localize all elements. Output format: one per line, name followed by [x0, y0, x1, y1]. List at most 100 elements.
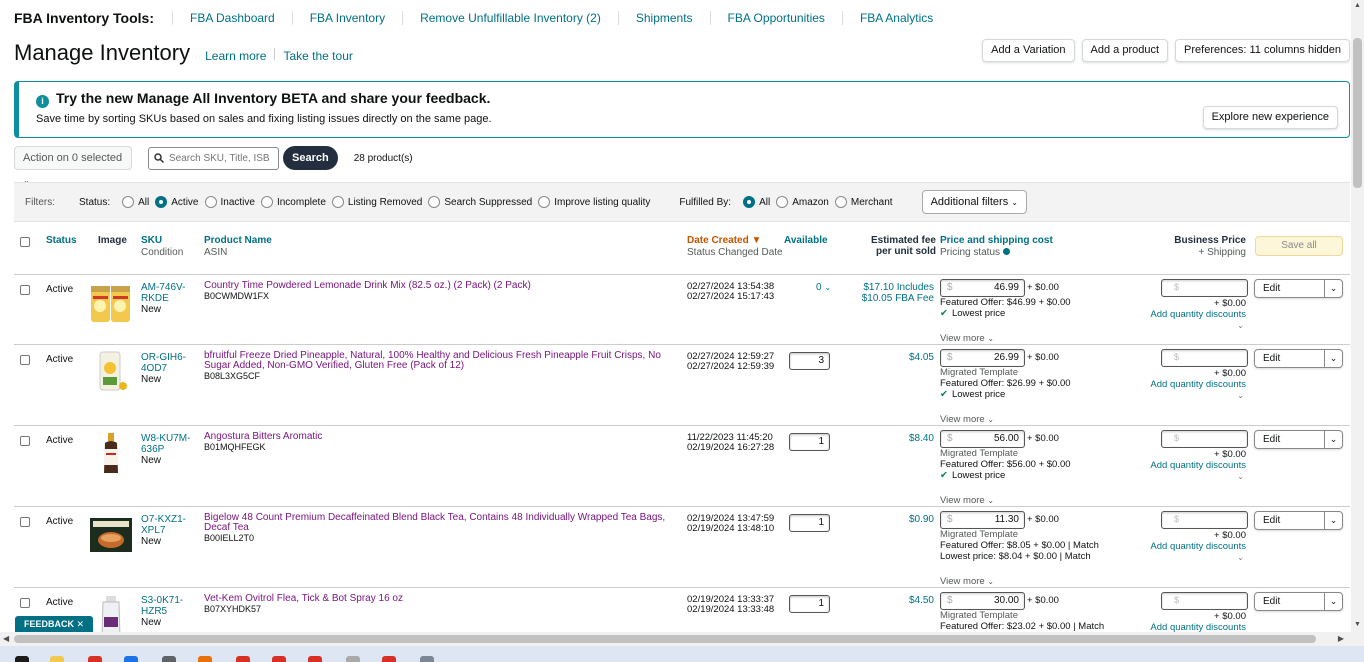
edit-button[interactable]: Edit ⌄ — [1254, 511, 1343, 530]
business-price-input[interactable]: $ — [1161, 592, 1248, 610]
row-checkbox[interactable] — [20, 517, 30, 527]
price-input[interactable]: $46.99 — [940, 279, 1025, 297]
product-image[interactable] — [89, 593, 133, 632]
price-input[interactable]: $11.30 — [940, 511, 1025, 529]
row-checkbox[interactable] — [20, 598, 30, 608]
take-tour-link[interactable]: Take the tour — [275, 49, 360, 63]
col-price[interactable]: Price and shipping cost Pricing status — [940, 235, 1053, 258]
business-price-input[interactable]: $ — [1161, 349, 1248, 367]
feedback-tab[interactable]: FEEDBACK ✕ — [15, 616, 94, 632]
status-radio-search-suppressed[interactable] — [428, 196, 441, 208]
app-icon[interactable] — [88, 656, 102, 662]
nav-fba-inventory[interactable]: FBA Inventory — [291, 11, 402, 25]
col-available[interactable]: Available — [784, 235, 828, 246]
sku-link[interactable]: W8-KU7M- 636P — [141, 433, 190, 455]
chevron-down-icon[interactable]: ⌄ — [1144, 390, 1246, 401]
scroll-right-icon[interactable]: ▶ — [1338, 634, 1344, 643]
add-product-button[interactable]: Add a product — [1081, 39, 1169, 62]
vertical-scroll-thumb[interactable] — [1353, 38, 1362, 188]
sku-link[interactable]: O7-KXZ1- XPL7 — [141, 514, 186, 536]
scroll-down-icon[interactable]: ▼ — [1354, 621, 1361, 628]
save-all-button[interactable]: Save all — [1255, 236, 1343, 256]
nav-fba-dashboard[interactable]: FBA Dashboard — [172, 11, 292, 25]
available-input[interactable]: 1 — [789, 514, 830, 532]
fulfilled-radio-all[interactable] — [743, 196, 756, 208]
chevron-down-icon[interactable]: ⌄ — [1324, 512, 1342, 529]
bulk-action-select[interactable]: Action on 0 selected ⌄ — [14, 146, 132, 185]
chrome-icon[interactable] — [236, 656, 250, 662]
row-fee[interactable]: $4.05 — [909, 352, 934, 363]
nav-fba-opportunities[interactable]: FBA Opportunities — [709, 11, 842, 25]
chevron-down-icon[interactable]: ⌄ — [1324, 350, 1342, 367]
search-input[interactable] — [169, 152, 269, 164]
chrome-icon[interactable] — [308, 656, 322, 662]
edit-button[interactable]: Edit ⌄ — [1254, 592, 1343, 611]
product-image[interactable] — [89, 280, 133, 324]
business-price-input[interactable]: $ — [1161, 511, 1248, 529]
add-variation-button[interactable]: Add a Variation — [982, 39, 1075, 62]
app-icon[interactable] — [346, 656, 360, 662]
edit-button[interactable]: Edit ⌄ — [1254, 430, 1343, 449]
business-price-input[interactable]: $ — [1161, 430, 1248, 448]
sku-link[interactable]: AM-746V- RKDE — [141, 282, 185, 304]
horizontal-scroll-thumb[interactable] — [14, 635, 1316, 643]
vertical-scrollbar[interactable]: ▲ ▼ — [1351, 0, 1364, 646]
additional-filters-button[interactable]: Additional filters ⌄ — [921, 190, 1027, 214]
business-price-input[interactable]: $ — [1161, 279, 1248, 297]
col-product-name[interactable]: Product Name ASIN — [204, 235, 272, 258]
view-more-link[interactable]: View more ⌄ — [940, 495, 994, 506]
chevron-down-icon[interactable]: ⌄ — [1324, 431, 1342, 448]
sku-link[interactable]: S3-0K71- HZR5 — [141, 595, 183, 617]
view-more-link[interactable]: View more ⌄ — [940, 333, 994, 344]
chevron-down-icon[interactable]: ⌄ — [1144, 471, 1246, 482]
scroll-left-icon[interactable]: ◀ — [3, 634, 9, 643]
file-explorer-icon[interactable] — [50, 656, 64, 662]
row-fee[interactable]: $4.50 — [909, 595, 934, 606]
product-name-link[interactable]: Country Time Powdered Lemonade Drink Mix… — [204, 281, 684, 291]
price-input[interactable]: $30.00 — [940, 592, 1025, 610]
preferences-button[interactable]: Preferences: 11 columns hidden — [1175, 39, 1350, 62]
product-image[interactable] — [89, 512, 133, 556]
app-icon[interactable] — [198, 656, 212, 662]
status-radio-inactive[interactable] — [204, 196, 217, 208]
chrome-icon[interactable] — [382, 656, 396, 662]
available-input[interactable]: 1 — [789, 595, 830, 613]
explore-new-experience-button[interactable]: Explore new experience — [1202, 106, 1338, 129]
price-input[interactable]: $56.00 — [940, 430, 1025, 448]
select-all-checkbox[interactable] — [20, 237, 30, 247]
add-quantity-discounts-link[interactable]: Add quantity discounts — [1144, 460, 1246, 471]
status-radio-active[interactable] — [155, 196, 168, 208]
scroll-up-icon[interactable]: ▲ — [1354, 2, 1361, 9]
product-name-link[interactable]: bfruitful Freeze Dried Pineapple, Natura… — [204, 351, 684, 371]
row-checkbox[interactable] — [20, 355, 30, 365]
add-quantity-discounts-link[interactable]: Add quantity discounts — [1144, 622, 1246, 632]
status-radio-listing-removed[interactable] — [331, 196, 344, 208]
row-fee[interactable]: $0.90 — [909, 514, 934, 525]
view-more-link[interactable]: View more ⌄ — [940, 414, 994, 425]
product-name-link[interactable]: Angostura Bitters Aromatic — [204, 432, 684, 442]
product-name-link[interactable]: Bigelow 48 Count Premium Decaffeinated B… — [204, 513, 684, 533]
edit-button[interactable]: Edit ⌄ — [1254, 349, 1343, 368]
nav-shipments[interactable]: Shipments — [617, 11, 710, 25]
learn-more-link[interactable]: Learn more — [197, 49, 274, 63]
row-fee[interactable]: $8.40 — [909, 433, 934, 444]
fulfilled-radio-merchant[interactable] — [834, 196, 847, 208]
nav-remove-unfulfillable[interactable]: Remove Unfulfillable Inventory (2) — [402, 11, 618, 25]
chevron-down-icon[interactable]: ⌄ — [1324, 280, 1342, 297]
available-link[interactable]: 0 ⌄ — [816, 282, 831, 293]
price-input[interactable]: $26.99 — [940, 349, 1025, 367]
product-image[interactable] — [89, 350, 133, 394]
edit-button[interactable]: Edit ⌄ — [1254, 279, 1343, 298]
chevron-down-icon[interactable]: ⌄ — [1324, 593, 1342, 610]
view-more-link[interactable]: View more ⌄ — [940, 576, 994, 587]
col-status[interactable]: Status — [46, 235, 77, 246]
status-radio-all[interactable] — [122, 196, 135, 208]
row-checkbox[interactable] — [20, 436, 30, 446]
app-icon[interactable] — [420, 656, 434, 662]
status-radio-incomplete[interactable] — [260, 196, 273, 208]
sku-link[interactable]: OR-GIH6- 4OD7 — [141, 352, 186, 374]
add-quantity-discounts-link[interactable]: Add quantity discounts — [1144, 309, 1246, 320]
search-button[interactable]: Search — [283, 146, 338, 170]
horizontal-scrollbar[interactable]: ◀ ▶ — [0, 632, 1352, 646]
nav-fba-analytics[interactable]: FBA Analytics — [841, 11, 950, 25]
